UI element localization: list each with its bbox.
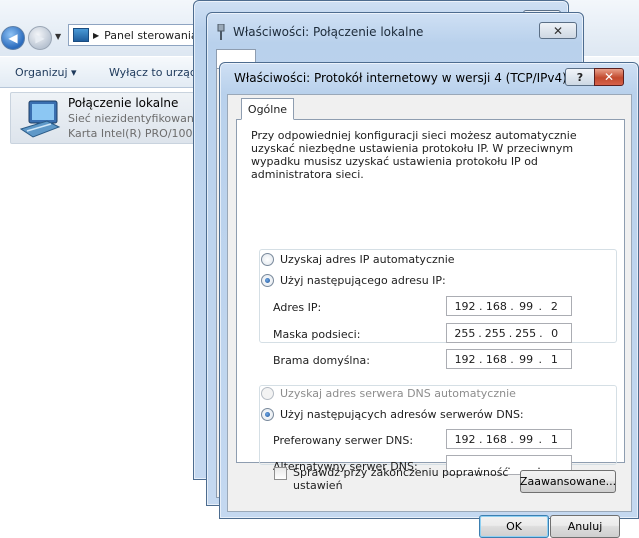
organize-button[interactable]: Organizuj ▾: [15, 66, 77, 79]
ip-address-input[interactable]: 192. 168. 99. 2: [446, 296, 572, 316]
ipv4-properties-dialog: Właściwości: Protokół internetowy w wers…: [219, 62, 639, 538]
ok-button[interactable]: OK: [479, 515, 549, 538]
subnet-mask-input[interactable]: 255. 255. 255. 0: [446, 323, 572, 343]
local-connection-item[interactable]: Połączenie lokalne Sieć niezidentyfikowa…: [10, 92, 219, 144]
tab-general[interactable]: Ogólne: [241, 98, 294, 120]
ip-octet-2: 168: [485, 299, 507, 313]
preferred-dns-label: Preferowany serwer DNS:: [273, 434, 414, 447]
preferred-dns-input[interactable]: 192. 168. 99. 1: [446, 429, 572, 449]
advanced-button[interactable]: Zaawansowane...: [520, 470, 616, 493]
mask-octet-2: 255: [484, 326, 506, 340]
gateway-octet-3: 99: [519, 352, 534, 366]
ipv4-close-button[interactable]: ✕: [594, 68, 624, 86]
cancel-button[interactable]: Anuluj: [550, 515, 620, 538]
breadcrumb-arrow-icon[interactable]: ▶: [93, 31, 99, 40]
history-dropdown-icon[interactable]: ▼: [55, 32, 61, 41]
forward-button[interactable]: ▶: [28, 26, 52, 50]
validate-settings-checkbox[interactable]: [274, 467, 287, 480]
mask-octet-3: 255: [515, 326, 537, 340]
pref-dns-octet-3: 99: [519, 432, 534, 446]
address-bar[interactable]: ▶ Panel sterowania: [68, 24, 208, 46]
pref-dns-octet-4: 1: [550, 432, 558, 446]
control-panel-icon: [73, 28, 89, 42]
network-cable-icon: [217, 24, 225, 40]
gateway-octet-2: 168: [485, 352, 507, 366]
network-adapter-icon: [19, 100, 61, 138]
dns-group: [259, 385, 617, 465]
ipv4-dialog-title: Właściwości: Protokół internetowy w wers…: [234, 71, 567, 85]
ip-octet-4: 2: [550, 299, 558, 313]
breadcrumb-control-panel[interactable]: Panel sterowania: [104, 29, 198, 42]
pref-dns-octet-1: 192: [454, 432, 476, 446]
help-button[interactable]: ?: [565, 68, 595, 86]
gateway-label: Brama domyślna:: [273, 354, 370, 367]
mask-octet-4: 0: [551, 326, 559, 340]
radio-manual-dns[interactable]: [261, 408, 274, 421]
gateway-octet-4: 1: [550, 352, 558, 366]
props-close-button[interactable]: ✕: [539, 22, 577, 39]
connection-name: Połączenie lokalne: [68, 96, 179, 110]
ipv4-dialog-body: Ogólne Przy odpowiedniej konfiguracji si…: [227, 94, 632, 538]
gateway-input[interactable]: 192. 168. 99. 1: [446, 349, 572, 369]
connection-network-status: Sieć niezidentyfikowana: [68, 112, 201, 125]
validate-settings-label: Sprawdź przy zakończeniu poprawność usta…: [293, 466, 509, 492]
ip-octet-3: 99: [519, 299, 534, 313]
props-dialog-title: Właściwości: Połączenie lokalne: [233, 25, 424, 39]
radio-manual-ip-row[interactable]: Użyj następującego adresu IP:: [261, 274, 449, 287]
description-text: Przy odpowiedniej konfiguracji sieci moż…: [251, 129, 577, 181]
back-button[interactable]: ◀: [1, 26, 25, 50]
radio-manual-dns-label: Użyj następujących adresów serwerów DNS:: [280, 408, 524, 421]
radio-manual-dns-row[interactable]: Użyj następujących adresów serwerów DNS:: [261, 408, 527, 421]
subnet-mask-label: Maska podsieci:: [273, 328, 361, 341]
mask-octet-1: 255: [454, 326, 476, 340]
validate-settings-row[interactable]: Sprawdź przy zakończeniu poprawność usta…: [274, 466, 508, 492]
ip-octet-1: 192: [454, 299, 476, 313]
ip-address-label: Adres IP:: [273, 301, 322, 314]
pref-dns-octet-2: 168: [485, 432, 507, 446]
radio-manual-ip[interactable]: [261, 274, 274, 287]
gateway-octet-1: 192: [454, 352, 476, 366]
radio-manual-ip-label: Użyj następującego adresu IP:: [280, 274, 446, 287]
